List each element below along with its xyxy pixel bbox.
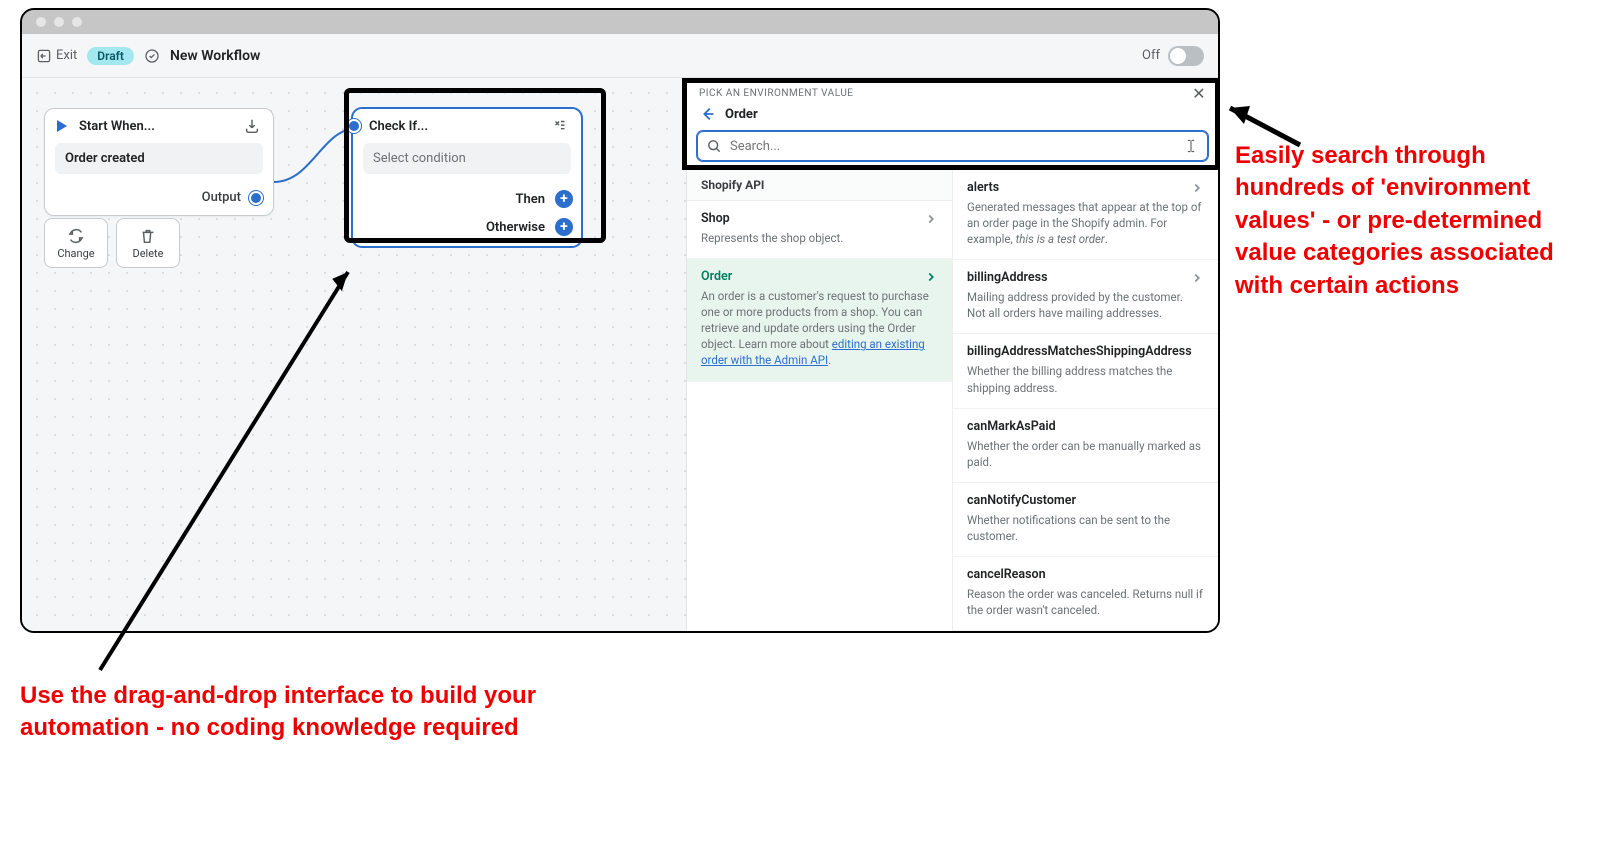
close-icon[interactable]: ✕ xyxy=(1192,84,1206,103)
change-button[interactable]: Change xyxy=(44,218,108,268)
panel-header-label: PICK AN ENVIRONMENT VALUE xyxy=(699,88,853,99)
traffic-light-close[interactable] xyxy=(36,17,46,27)
import-icon[interactable] xyxy=(243,117,261,135)
draft-badge: Draft xyxy=(87,47,134,65)
node-toolbox: Change Delete xyxy=(44,218,180,268)
delete-button[interactable]: Delete xyxy=(116,218,180,268)
change-label: Change xyxy=(57,247,94,260)
input-port[interactable] xyxy=(347,119,361,133)
workflow-toggle[interactable] xyxy=(1168,46,1204,66)
exit-icon xyxy=(36,48,52,64)
trigger-field[interactable]: Order created xyxy=(55,143,263,174)
breadcrumb-current: Order xyxy=(725,107,758,122)
annotation-right: Easily search through hundreds of 'envir… xyxy=(1235,140,1585,302)
field-item[interactable]: alertsGenerated messages that appear at … xyxy=(953,170,1218,260)
field-item[interactable]: canNotifyCustomerWhether notifications c… xyxy=(953,483,1218,557)
otherwise-label: Otherwise xyxy=(486,220,545,235)
output-port[interactable] xyxy=(249,191,263,205)
left-column-heading: Shopify API xyxy=(687,170,952,201)
delete-label: Delete xyxy=(133,247,164,260)
text-cursor-icon xyxy=(1183,138,1199,154)
field-item[interactable]: canMarkAsPaidWhether the order can be ma… xyxy=(953,409,1218,483)
check-node-title: Check If... xyxy=(369,119,428,134)
change-icon xyxy=(67,227,85,245)
then-label: Then xyxy=(515,192,545,207)
traffic-light-min[interactable] xyxy=(54,17,64,27)
check-if-node[interactable]: Check If... Select condition Then + Other… xyxy=(352,108,582,247)
search-icon xyxy=(706,138,722,154)
annotation-left: Use the drag-and-drop interface to build… xyxy=(20,680,560,745)
window-titlebar xyxy=(22,10,1218,34)
workflow-title: New Workflow xyxy=(170,48,260,64)
then-port[interactable]: + xyxy=(555,190,573,208)
field-column: alertsGenerated messages that appear at … xyxy=(953,170,1218,631)
field-item[interactable]: billingAddressMailing address provided b… xyxy=(953,260,1218,334)
check-circle-icon xyxy=(144,48,160,64)
otherwise-port[interactable]: + xyxy=(555,218,573,236)
start-node[interactable]: Start When... Order created Output xyxy=(44,108,274,216)
search-field-wrap[interactable] xyxy=(697,131,1208,161)
condition-field[interactable]: Select condition xyxy=(363,143,571,174)
app-window: Exit Draft New Workflow Off Start When..… xyxy=(20,8,1220,633)
field-item[interactable]: cancelReasonReason the order was cancele… xyxy=(953,557,1218,631)
environment-value-panel: PICK AN ENVIRONMENT VALUE ✕ Order Shopif… xyxy=(686,78,1218,631)
exit-label: Exit xyxy=(56,48,77,63)
traffic-light-max[interactable] xyxy=(72,17,82,27)
api-category-column: Shopify API ShopRepresents the shop obje… xyxy=(687,170,953,631)
back-arrow-icon[interactable] xyxy=(699,105,717,123)
play-icon xyxy=(57,120,67,132)
topbar: Exit Draft New Workflow Off xyxy=(22,34,1218,78)
field-item[interactable]: billingAddressMatchesShippingAddressWhet… xyxy=(953,334,1218,408)
output-label: Output xyxy=(202,190,241,205)
exit-button[interactable]: Exit xyxy=(36,48,77,64)
api-category-item[interactable]: ShopRepresents the shop object. xyxy=(687,201,952,259)
condition-icon xyxy=(551,117,569,135)
api-category-item[interactable]: OrderAn order is a customer's request to… xyxy=(687,259,952,381)
start-node-title: Start When... xyxy=(79,119,155,134)
search-input[interactable] xyxy=(730,139,1175,154)
toggle-label: Off xyxy=(1142,48,1160,63)
workflow-canvas[interactable]: Start When... Order created Output Chang… xyxy=(22,78,1218,631)
trash-icon xyxy=(139,227,157,245)
